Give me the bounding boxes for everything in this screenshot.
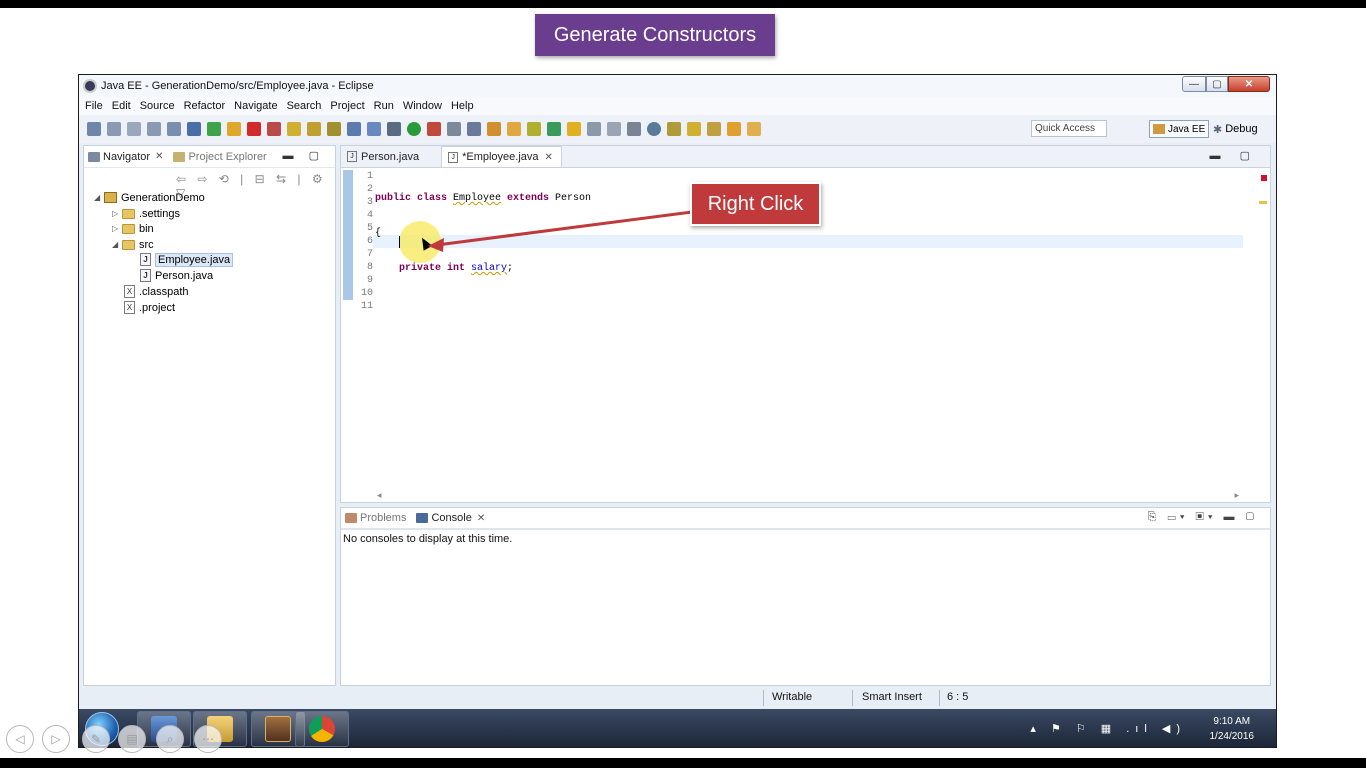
video-zoom-icon[interactable]: ⌕ (156, 725, 184, 753)
video-more-icon[interactable]: ⋯ (194, 725, 222, 753)
video-slides-icon[interactable]: ▤ (118, 725, 146, 753)
arrow-head (428, 238, 444, 252)
video-prev-icon[interactable]: ◁ (6, 725, 34, 753)
arrow-line (436, 210, 693, 247)
video-pen-icon[interactable]: ✎ (82, 725, 110, 753)
annotation-arrow (428, 210, 693, 252)
video-bottom-bar (0, 758, 1366, 768)
video-next-icon[interactable]: ▷ (42, 725, 70, 753)
right-click-callout: Right Click (690, 182, 821, 226)
